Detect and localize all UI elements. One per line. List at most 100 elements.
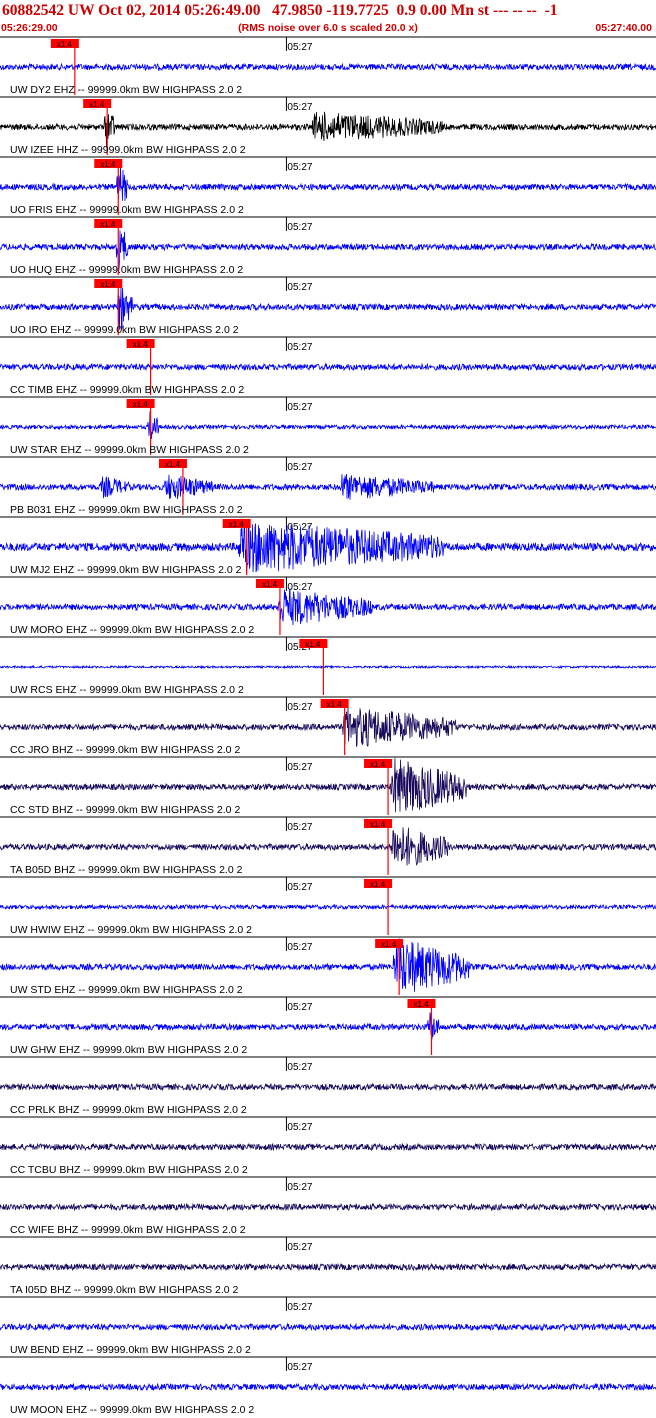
minute-tick-label: 05:27	[287, 102, 312, 113]
trace-row: 05:27 x1.4 UO FRIS EHZ -- 99999.0km BW HIG…	[0, 156, 656, 216]
trace-row: 05:27 x1.4 UW STD EHZ -- 99999.0km BW HIGH…	[0, 936, 656, 996]
station-label: UW RCS EHZ -- 99999.0km BW HIGHPASS 2.0 …	[10, 684, 244, 696]
waveform	[0, 827, 656, 866]
station-label: UW DY2 EHZ -- 99999.0km BW HIGHPASS 2.0 …	[10, 84, 242, 96]
waveform	[0, 62, 656, 72]
station-label: UW IZEE HHZ -- 99999.0km BW HIGHPASS 2.0…	[10, 144, 246, 156]
waveform	[0, 1262, 656, 1272]
minute-tick-label: 05:27	[287, 1362, 312, 1373]
minute-tick-label: 05:27	[287, 1302, 312, 1313]
station-label: UW GHW EHZ -- 99999.0km BW HIGHPASS 2.0 …	[10, 1044, 247, 1056]
pick-label: x1.4	[89, 100, 105, 109]
waveform	[0, 664, 656, 670]
station-label: TA I05D BHZ -- 99999.0km BW HIGHPASS 2.0…	[10, 1284, 239, 1296]
minute-tick-label: 05:27	[287, 1062, 312, 1073]
trace-row: 05:27 TA I05D BHZ -- 99999.0km BW HIGHPAS…	[0, 1236, 656, 1296]
trace-row: 05:27 x1.4 UW DY2 EHZ -- 99999.0km BW HIGH…	[0, 36, 656, 96]
waveform	[0, 1382, 656, 1392]
trace-row: 05:27 x1.4 CC STD BHZ -- 99999.0km BW HIGH…	[0, 756, 656, 816]
trace-row: 05:27 x1.4 CC TIMB EHZ -- 99999.0km BW HIG…	[0, 336, 656, 396]
minute-tick-label: 05:27	[287, 702, 312, 713]
trace-row: 05:27x1.4UW RCS EHZ -- 99999.0km BW HIGH…	[0, 636, 656, 696]
minute-tick-label: 05:27	[287, 42, 312, 53]
trace-row: 05:27 UW BEND EHZ -- 99999.0km BW HIGHPAS…	[0, 1296, 656, 1356]
waveform	[0, 473, 656, 500]
station-label: UW STAR EHZ -- 99999.0km BW HIGHPASS 2.0…	[10, 444, 249, 456]
trace-row: 05:27 CC WIFE BHZ -- 99999.0km BW HIGHPAS…	[0, 1176, 656, 1236]
pick-label: x1.4	[165, 460, 181, 469]
station-label: UW BEND EHZ -- 99999.0km BW HIGHPASS 2.0…	[10, 1344, 251, 1356]
minute-tick-label: 05:27	[287, 342, 312, 353]
waveform	[0, 164, 656, 201]
pick-label: x1.4	[370, 880, 386, 889]
station-label: CC STD BHZ -- 99999.0km BW HIGHPASS 2.0 …	[10, 804, 240, 816]
station-label: UW MJ2 EHZ -- 99999.0km BW HIGHPASS 2.0 …	[10, 564, 242, 576]
seismogram-chart: 05:27 x1.4 UW DY2 EHZ -- 99999.0km BW HIGH…	[0, 36, 656, 1416]
station-label: CC TCBU BHZ -- 99999.0km BW HIGHPASS 2.0…	[10, 1164, 248, 1176]
pick-label: x1.4	[57, 40, 73, 49]
trace-row: 05:27 x1.4 TA B05D BHZ -- 99999.0km BW HIG…	[0, 816, 656, 876]
pick-label: x1.4	[370, 760, 386, 769]
waveform	[0, 705, 656, 747]
trace-row: 05:27 x1.4 UO HUQ EHZ -- 99999.0km BW HIGH…	[0, 216, 656, 276]
pick-label: x1.4	[100, 280, 116, 289]
waveform	[0, 1202, 656, 1212]
trace-row: 05:27 x1.4 UW IZEE HHZ -- 99999.0km BW HIG…	[0, 96, 656, 156]
trace-row: 05:27 x1.4 UW STAR EHZ -- 99999.0km BW HIG…	[0, 396, 656, 456]
pick-label: x1.4	[370, 820, 386, 829]
waveform	[0, 1012, 656, 1040]
minute-tick-label: 05:27	[287, 1242, 312, 1253]
station-label: CC WIFE BHZ -- 99999.0km BW HIGHPASS 2.0…	[10, 1224, 246, 1236]
trace-row: 05:27 x1.4 UO IRO EHZ -- 99999.0km BW HIGH…	[0, 276, 656, 336]
pick-label: x1.4	[100, 220, 116, 229]
station-label: UO FRIS EHZ -- 99999.0km BW HIGHPASS 2.0…	[10, 204, 244, 216]
pick-label: x1.4	[133, 400, 149, 409]
station-label: UW MOON EHZ -- 99999.0km BW HIGHPASS 2.0…	[10, 1404, 254, 1416]
waveform	[0, 1322, 656, 1332]
minute-tick-label: 05:27	[287, 762, 312, 773]
minute-tick-label: 05:27	[287, 582, 312, 593]
station-label: CC PRLK BHZ -- 99999.0km BW HIGHPASS 2.0…	[10, 1104, 247, 1116]
trace-row: 05:27 CC PRLK BHZ -- 99999.0km BW HIGHPAS…	[0, 1056, 656, 1116]
minute-tick-label: 05:27	[287, 882, 312, 893]
pick-label: x1.4	[262, 580, 278, 589]
minute-tick-label: 05:27	[287, 282, 312, 293]
pick-label: x1.4	[327, 700, 343, 709]
station-label: TA B05D BHZ -- 99999.0km BW HIGHPASS 2.0…	[10, 864, 243, 876]
pick-label: x1.4	[229, 520, 245, 529]
trace-row: 05:27 CC TCBU BHZ -- 99999.0km BW HIGHPAS…	[0, 1116, 656, 1176]
station-label: UW HWIW EHZ -- 99999.0km BW HIGHPASS 2.0…	[10, 924, 252, 936]
trace-row: 05:27 x1.4 CC JRO BHZ -- 99999.0km BW HIGH…	[0, 696, 656, 756]
station-label: CC JRO BHZ -- 99999.0km BW HIGHPASS 2.0 …	[10, 744, 240, 756]
station-label: UO IRO EHZ -- 99999.0km BW HIGHPASS 2.0 …	[10, 324, 239, 336]
trace-row: 05:27 x1.4 UW HWIW EHZ -- 99999.0km BW HIG…	[0, 876, 656, 936]
waveform	[0, 1142, 656, 1152]
station-label: UO HUQ EHZ -- 99999.0km BW HIGHPASS 2.0 …	[10, 264, 243, 276]
minute-tick-label: 05:27	[287, 162, 312, 173]
station-label: UW MORO EHZ -- 99999.0km BW HIGHPASS 2.0…	[10, 624, 254, 636]
minute-tick-label: 05:27	[287, 402, 312, 413]
trace-row: 05:27 x1.4 PB B031 EHZ -- 99999.0km BW HIG…	[0, 456, 656, 516]
pick-label: x1.4	[305, 640, 321, 649]
waveform	[0, 588, 656, 626]
trace-row: 05:27 x1.4 UW MORO EHZ -- 99999.0km BW HIG…	[0, 576, 656, 636]
pick-label: x1.4	[381, 940, 397, 949]
station-label: UW STD EHZ -- 99999.0km BW HIGHPASS 2.0 …	[10, 984, 243, 996]
waveform	[0, 111, 656, 148]
minute-tick-label: 05:27	[287, 1002, 312, 1013]
pick-label: x1.4	[100, 160, 116, 169]
minute-tick-label: 05:27	[287, 942, 312, 953]
trace-row: 05:27 UW MOON EHZ -- 99999.0km BW HIGHPAS…	[0, 1356, 656, 1416]
minute-tick-label: 05:27	[287, 462, 312, 473]
pick-label: x1.4	[413, 1000, 429, 1009]
pick-label: x1.4	[133, 340, 149, 349]
trace-row: 05:27x1.4UW MJ2 EHZ -- 99999.0km BW HIGH…	[0, 516, 656, 576]
station-label: CC TIMB EHZ -- 99999.0km BW HIGHPASS 2.0…	[10, 384, 244, 396]
waveform	[0, 1082, 656, 1092]
waveform	[0, 411, 656, 439]
waveform	[0, 362, 656, 372]
waveform	[0, 903, 656, 911]
minute-tick-label: 05:27	[287, 1182, 312, 1193]
minute-tick-label: 05:27	[287, 1122, 312, 1133]
minute-tick-label: 05:27	[287, 822, 312, 833]
